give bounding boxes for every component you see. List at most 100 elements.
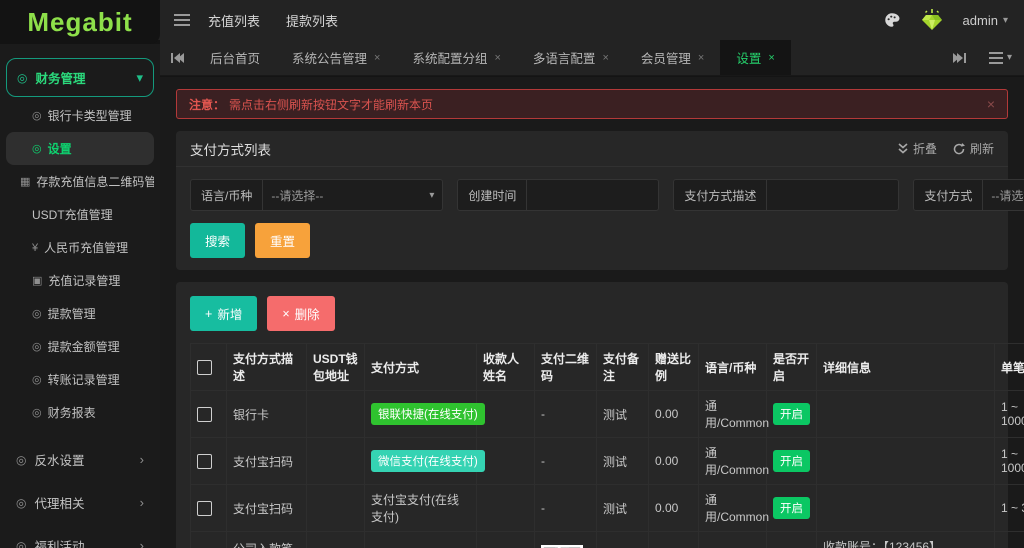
method-text: 支付宝支付(在线支付) — [371, 493, 459, 524]
tab-label: 多语言配置 — [532, 52, 596, 66]
tab-close-icon[interactable]: × — [374, 52, 380, 64]
topbar-right: admin ▾ — [883, 8, 1024, 32]
cell-ratio: 3.00 — [648, 531, 699, 548]
cell-detail — [816, 390, 995, 438]
cell-status: 开启 — [766, 390, 817, 438]
sidebar-item-充值记录管理[interactable]: ▣ 充值记录管理 — [6, 264, 154, 297]
method-desc-input[interactable] — [766, 180, 899, 210]
hamburger-menu-icon[interactable] — [174, 14, 190, 26]
cell-qr: - — [534, 390, 597, 438]
reset-button[interactable]: 重置 — [255, 223, 311, 258]
sidebar-item-银行卡类型管理[interactable]: ◎ 银行卡类型管理 — [6, 99, 154, 132]
sidebar-item-存款充值信息二维码管理[interactable]: ▦ 存款充值信息二维码管理 — [6, 165, 154, 198]
alert-close-icon[interactable]: × — [987, 96, 995, 112]
collapse-button[interactable]: 折叠 — [898, 140, 937, 157]
cell-language: 通用/Common — [698, 484, 769, 532]
cell-detail — [816, 437, 995, 485]
chevron-down-icon: ▾ — [1006, 52, 1012, 63]
double-chevron-down-icon — [898, 143, 908, 154]
sidebar-item-人民币充值管理[interactable]: ¥ 人民币充值管理 — [6, 231, 154, 264]
plus-icon: + — [205, 306, 213, 321]
sidebar-item-label: 财务报表 — [47, 406, 96, 420]
topnav: 充值列表 提款列表 — [208, 11, 338, 30]
column-header-详细信息: 详细信息 — [816, 343, 995, 391]
tab-会员管理[interactable]: 会员管理 × — [625, 40, 720, 75]
payment-table-panel: + 新增 × 删除 支付方式描述 USDT钱包地址 支付方式 收款人姓名 支付二维码 支付… — [176, 282, 1024, 548]
tab-系统配置分组[interactable]: 系统配置分组 × — [396, 40, 516, 75]
tab-close-icon[interactable]: × — [602, 52, 608, 64]
delete-button[interactable]: × 删除 — [267, 296, 335, 331]
status-badge[interactable]: 开启 — [773, 403, 810, 425]
status-badge[interactable]: 开启 — [773, 497, 810, 519]
add-button[interactable]: + 新增 — [190, 296, 258, 331]
sidebar-item-USDT充值管理[interactable]: USDT充值管理 — [6, 198, 154, 231]
theme-palette-icon[interactable] — [883, 11, 901, 29]
tab-label: 系统配置分组 — [412, 52, 488, 66]
sidebar-section-header-财务管理[interactable]: ◎ 财务管理 ▾ — [6, 58, 154, 97]
cell-qr: - — [534, 484, 597, 532]
refresh-button[interactable]: 刷新 — [953, 140, 994, 157]
filter-area: 语言/币种 --请选择-- ▾ 创建时间 支付方式描述 支付方式 --请选 搜索… — [176, 167, 1024, 270]
payment-table: 支付方式描述 USDT钱包地址 支付方式 收款人姓名 支付二维码 支付备注 赠送比例 语言/币… — [190, 343, 1024, 548]
tab-后台首页[interactable]: 后台首页 — [194, 40, 276, 75]
donut-icon: ◎ — [32, 308, 42, 320]
panel-title: 支付方式列表 — [190, 142, 271, 158]
tab-close-icon[interactable]: × — [768, 52, 774, 64]
tab-close-icon[interactable]: × — [494, 52, 500, 64]
cell-desc: 支付宝扫码 — [226, 437, 307, 485]
row-checkbox[interactable] — [197, 453, 212, 469]
table-body: 银行卡银联快捷(在线支付)-测试0.00通用/Common开启1 ~ 10000… — [190, 390, 1024, 548]
search-button[interactable]: 搜索 — [190, 223, 246, 258]
sidebar-section-header-福利活动[interactable]: ◎ 福利活动 › — [6, 527, 154, 548]
cell-ratio: 0.00 — [648, 437, 699, 485]
filter-actions: 搜索 重置 — [190, 223, 994, 258]
sidebar-item-label: 提款管理 — [47, 307, 96, 321]
method-select[interactable]: --请选择--▾ — [982, 180, 1024, 210]
sidebar-item-设置[interactable]: ◎ 设置 — [6, 132, 154, 165]
tabs-scroll-left-icon[interactable] — [160, 40, 194, 75]
status-badge[interactable]: 开启 — [773, 450, 810, 472]
panel-header: 支付方式列表 折叠 刷新 — [176, 131, 1008, 167]
cell-remark: 测试 — [596, 531, 649, 548]
tab-label: 系统公告管理 — [292, 52, 368, 66]
filter-created-time: 创建时间 — [457, 179, 660, 211]
sidebar-section-label: 福利活动 — [34, 540, 85, 548]
cell-ratio: 0.00 — [648, 484, 699, 532]
tab-多语言配置[interactable]: 多语言配置 × — [517, 40, 625, 75]
sidebar-item-提款金额管理[interactable]: ◎ 提款金额管理 — [6, 330, 154, 363]
tab-设置[interactable]: 设置 × — [720, 40, 791, 75]
donut-icon: ◎ — [32, 407, 42, 419]
tabs-menu-icon[interactable]: ▾ — [977, 51, 1024, 64]
tab-close-icon[interactable]: × — [698, 52, 704, 64]
row-checkbox[interactable] — [197, 406, 212, 422]
yen-icon: ¥ — [32, 241, 39, 254]
sidebar-item-财务报表[interactable]: ◎ 财务报表 — [6, 396, 154, 429]
cell-qr — [534, 531, 597, 548]
tab-系统公告管理[interactable]: 系统公告管理 × — [276, 40, 396, 75]
cell-wallet — [306, 390, 365, 438]
sidebar-item-转账记录管理[interactable]: ◎ 转账记录管理 — [6, 363, 154, 396]
row-checkbox[interactable] — [197, 500, 212, 516]
cell-detail: 收款账号：【123456】USDT兑换汇率：7.2USDT类型：TRC20 — [816, 531, 995, 548]
select-all-checkbox[interactable] — [197, 359, 212, 375]
language-select[interactable]: --请选择-- ▾ — [262, 180, 442, 210]
app-logo[interactable]: Megabit — [0, 0, 160, 44]
cell-detail — [816, 484, 995, 532]
sidebar-section-财务管理: ◎ 财务管理 ▾ ◎ 银行卡类型管理 ◎ 设置 ▦ 存款充值信息二维码管理 USDT充值管理 ¥ 人民… — [6, 58, 154, 435]
cell-method: 微信支付(在线支付) — [364, 437, 485, 485]
panel-tools: 折叠 刷新 — [898, 140, 994, 157]
topnav-link[interactable]: 充值列表 — [208, 11, 260, 30]
sidebar-item-label: USDT充值管理 — [32, 208, 113, 222]
topnav-link[interactable]: 提款列表 — [286, 11, 338, 30]
gem-diamond-icon[interactable] — [919, 8, 945, 32]
tab-label: 会员管理 — [640, 52, 691, 66]
sidebar-item-提款管理[interactable]: ◎ 提款管理 — [6, 297, 154, 330]
sidebar-section-header-代理相关[interactable]: ◎ 代理相关 › — [6, 484, 154, 521]
donut-icon: ◎ — [32, 143, 42, 155]
created-time-input[interactable] — [526, 180, 659, 210]
sidebar-section-header-反水设置[interactable]: ◎ 反水设置 › — [6, 441, 154, 478]
user-menu[interactable]: admin ▾ — [963, 13, 1008, 28]
tabs-scroll-right-icon[interactable] — [943, 52, 977, 64]
filter-row: 语言/币种 --请选择-- ▾ 创建时间 支付方式描述 支付方式 --请选 — [190, 179, 1024, 211]
tab-list: 后台首页 系统公告管理 × 系统配置分组 × 多语言配置 × 会员管理 × 设置 × — [194, 40, 943, 75]
